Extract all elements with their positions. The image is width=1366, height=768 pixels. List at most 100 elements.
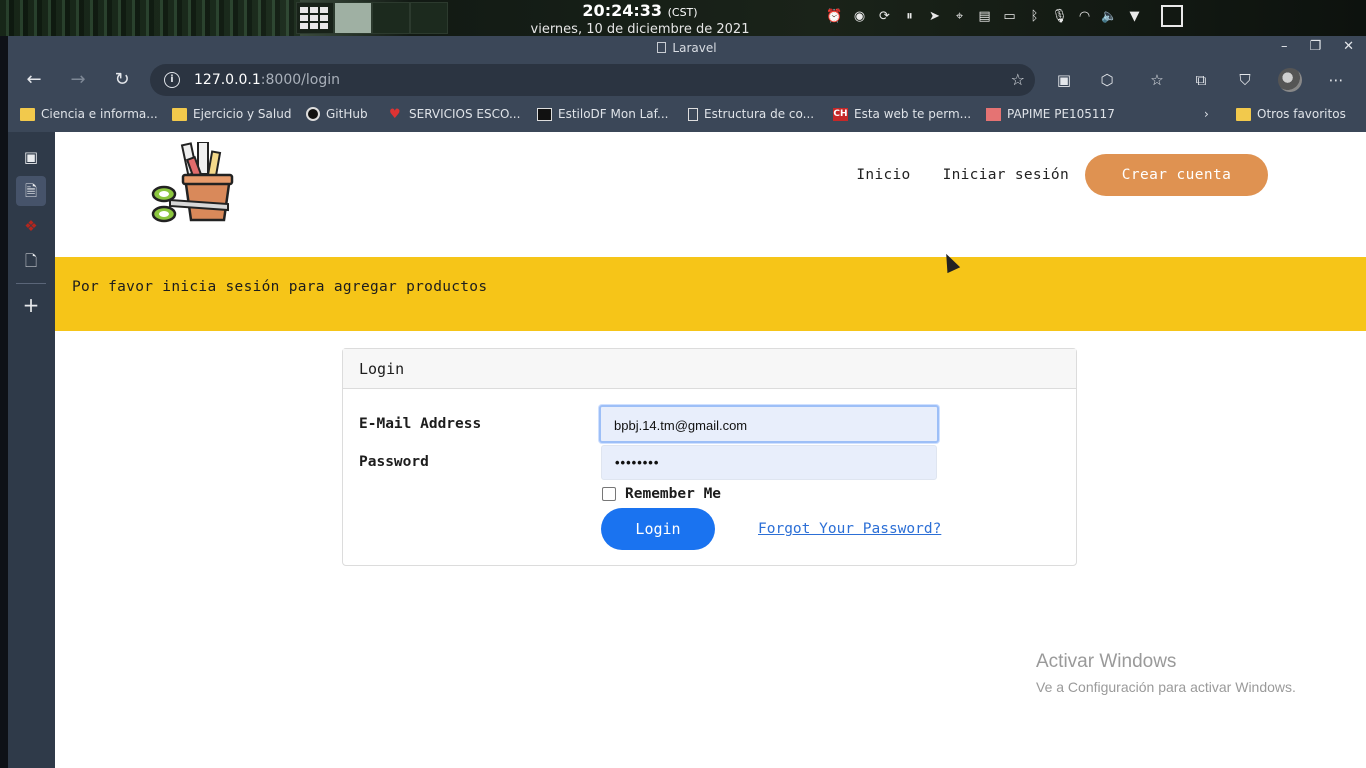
os-top-bar: 20:24:33 (CST) viernes, 10 de diciembre … [0,0,1366,38]
sidebar-divider [16,283,46,284]
microphone-icon[interactable]: 🎙 [1051,8,1068,25]
page-icon [657,42,667,53]
window-border [0,36,8,768]
remember-me[interactable]: Remember Me [602,486,721,502]
heart-icon: ♥ [389,106,401,122]
clipboard-icon[interactable]: ▤ [976,8,993,25]
folder-icon [1236,107,1251,121]
bookmark-label: Ciencia e informa... [41,107,158,121]
telegram-icon[interactable]: ➤ [926,8,943,25]
bookmark-item[interactable]: Ejercicio y Salud [172,107,291,121]
remember-label: Remember Me [625,486,722,502]
email-label: E-Mail Address [359,416,482,432]
main-nav: Inicio Iniciar sesión Crear cuenta [856,154,1268,196]
show-desktop-button[interactable] [1161,5,1183,27]
create-account-button[interactable]: Crear cuenta [1085,154,1268,196]
minimize-button[interactable]: – [1281,39,1288,54]
windows-activation-watermark: Activar Windows Ve a Configuración para … [1036,651,1296,695]
bookmark-label: SERVICIOS ESCO... [409,107,521,121]
bookmark-label: GitHub [326,107,368,121]
bookmark-label: Esta web te perm... [854,107,972,121]
location-icon[interactable]: ⌖ [951,8,968,25]
clock-date: viernes, 10 de diciembre de 2021 [530,22,750,37]
page-icon [688,107,698,121]
workspace-3[interactable] [410,2,448,34]
password-field[interactable]: •••••••• [601,445,937,480]
bookmark-item[interactable]: EstiloDF Mon Laf... [537,107,668,121]
bookmark-item[interactable]: PAPIME PE105117 [986,107,1115,121]
bookmark-item[interactable]: GitHub [306,107,368,121]
tab-page-icon[interactable]: 🗋 [16,246,46,276]
site-logo[interactable] [150,141,234,224]
clock-time: 20:24:33 [582,1,663,20]
remember-checkbox[interactable] [602,487,616,501]
bookmark-label: EstiloDF Mon Laf... [558,107,669,121]
tab-actions-icon[interactable]: ▣ [16,142,46,172]
bookmark-item[interactable]: CH Esta web te perm... [833,107,971,121]
close-button[interactable]: ✕ [1343,39,1354,54]
watermark-title: Activar Windows [1036,651,1177,672]
other-favorites[interactable]: Otros favoritos [1236,107,1346,121]
bluetooth-icon[interactable]: ᛒ [1026,8,1043,25]
bookmark-item[interactable]: Ciencia e informa... [20,107,158,121]
folder-icon [172,107,187,121]
add-favorite-icon[interactable]: ☆ [1011,70,1025,89]
alert-message: Por favor inicia sesión para agregar pro… [72,279,488,295]
browser-essentials-icon[interactable]: ⛉ [1234,69,1256,91]
folder-icon [20,107,35,121]
extension-icon[interactable]: ▣ [1053,69,1075,91]
workspace-switcher[interactable] [296,2,448,34]
new-tab-plus-icon[interactable]: + [16,290,46,320]
favorites-icon[interactable]: ☆ [1146,69,1168,91]
clock-timezone: (CST) [667,6,698,19]
card-header: Login [343,349,1076,389]
bookmarks-overflow-chevron-icon[interactable]: › [1204,107,1209,121]
bookmark-site-icon [986,107,1001,121]
more-menu-icon[interactable]: ⋯ [1325,69,1347,91]
tray-dropdown-icon[interactable]: ▼ [1126,8,1143,25]
wifi-icon[interactable]: ◠ [1076,8,1093,25]
bookmark-item[interactable]: ♥ SERVICIOS ESCO... [389,107,520,121]
app-grid-icon[interactable] [296,2,334,34]
browser-titlebar: Laravel – ❐ ✕ [8,36,1366,62]
alarm-icon[interactable]: ⏰ [826,8,843,25]
address-bar[interactable]: i 127.0.0.1:8000/login ☆ [150,64,1035,96]
reload-button[interactable]: ↻ [110,68,134,92]
site-info-icon[interactable]: i [164,72,180,88]
battery-icon[interactable]: ▭ [1001,8,1018,25]
bookmark-item[interactable]: Estructura de co... [688,107,814,121]
wallpaper-strip [0,0,300,36]
web-page: Inicio Iniciar sesión Crear cuenta Por f… [55,132,1366,768]
password-label: Password [359,454,429,470]
github-icon [306,107,320,121]
collections-icon[interactable]: ⧉ [1190,69,1212,91]
system-clock[interactable]: 20:24:33 (CST) viernes, 10 de diciembre … [500,1,780,38]
css-icon [537,107,552,121]
back-button[interactable]: ← [22,68,46,92]
vertical-tab-bar: ▣ 🗎 ❖ 🗋 + [8,132,55,768]
workspace-2[interactable] [372,2,410,34]
record-icon[interactable]: ◉ [851,8,868,25]
forgot-password-link[interactable]: Forgot Your Password? [758,521,941,537]
bookmarks-bar: Ciencia e informa... Ejercicio y Salud G… [8,98,1366,132]
login-button[interactable]: Login [601,508,715,550]
tab-current-page-icon[interactable]: 🗎 [16,176,46,206]
tab-laravel-icon[interactable]: ❖ [16,211,46,241]
nav-home-link[interactable]: Inicio [856,167,910,183]
stationery-pot-icon [151,141,234,223]
volume-icon[interactable]: 🔈 [1101,8,1118,25]
puzzle-icon[interactable]: ⬡ [1096,69,1118,91]
forward-button[interactable]: → [66,68,90,92]
nav-login-link[interactable]: Iniciar sesión [943,167,1069,183]
pause-icon[interactable]: ⏸ [901,8,918,25]
email-field[interactable]: bpbj.14.tm@gmail.com [599,405,939,443]
ch-icon: CH [833,107,848,121]
profile-avatar[interactable] [1278,68,1302,92]
system-tray: ⏰ ◉ ⟳ ⏸ ➤ ⌖ ▤ ▭ ᛒ 🎙 ◠ 🔈 ▼ [826,5,1183,27]
update-icon[interactable]: ⟳ [876,8,893,25]
maximize-button[interactable]: ❐ [1309,39,1321,54]
warning-alert: Por favor inicia sesión para agregar pro… [55,257,1366,331]
bookmark-label: Estructura de co... [704,107,815,121]
login-card: Login E-Mail Address bpbj.14.tm@gmail.co… [342,348,1077,566]
workspace-1[interactable] [334,2,372,34]
